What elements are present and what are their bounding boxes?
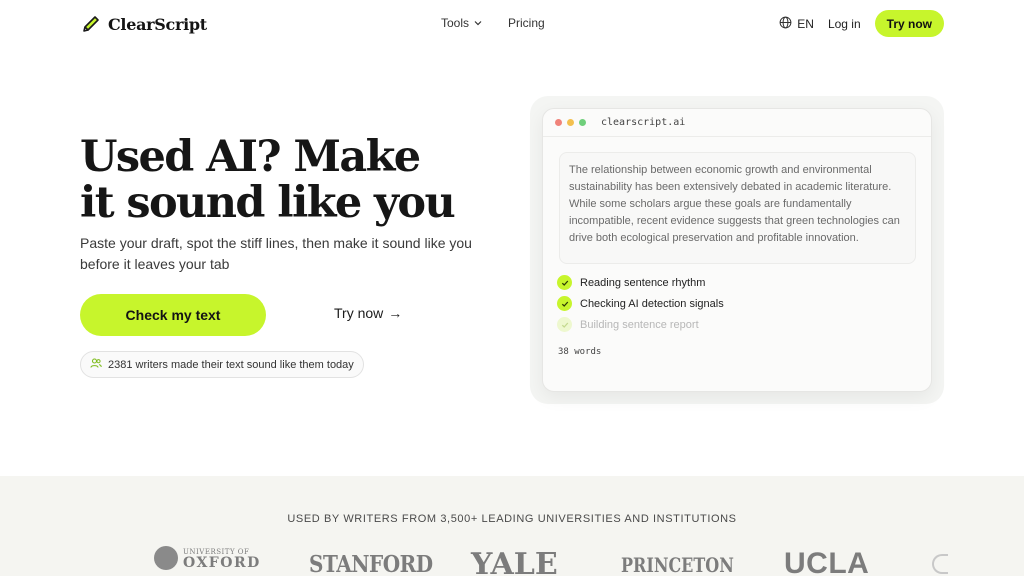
social-proof-badge: 2381 writers made their text sound like …	[80, 351, 364, 378]
window-url: clearscript.ai	[601, 117, 686, 128]
step-item: Reading sentence rhythm	[557, 272, 724, 293]
sample-text-box: The relationship between economic growth…	[559, 152, 916, 264]
minimize-dot	[567, 119, 574, 126]
pencil-icon	[82, 12, 102, 37]
hero-title-line-1: Used AI? Make	[80, 132, 421, 182]
demo-window: clearscript.ai The relationship between …	[542, 108, 932, 392]
oxford-logo: UNIVERSITY OF OXFORD	[154, 546, 261, 570]
trust-strip: USED BY WRITERS FROM 3,500+ LEADING UNIV…	[0, 476, 1024, 576]
nav-pricing-label: Pricing	[508, 16, 545, 30]
language-code: EN	[797, 16, 814, 31]
check-icon	[557, 317, 572, 332]
check-icon	[557, 296, 572, 311]
step-label: Checking AI detection signals	[580, 297, 724, 310]
hero-title-line-2: it sound like you	[80, 178, 456, 228]
nav-tools[interactable]: Tools	[441, 16, 482, 30]
nav-actions: EN Log in Try now	[779, 10, 944, 37]
try-now-button[interactable]: Try now	[874, 10, 944, 37]
step-item: Checking AI detection signals	[557, 293, 724, 314]
partial-logo	[932, 554, 948, 574]
chevron-down-icon	[474, 16, 482, 30]
nav-links: Tools Pricing	[441, 16, 545, 30]
trust-heading: USED BY WRITERS FROM 3,500+ LEADING UNIV…	[287, 513, 737, 525]
social-proof-text: 2381 writers made their text sound like …	[108, 358, 354, 371]
yale-logo: YALE	[471, 547, 558, 576]
top-navigation: ClearScript Tools Pricing EN Log in Try …	[0, 0, 1024, 46]
try-now-link-label: Try now	[334, 305, 384, 321]
check-icon	[557, 275, 572, 290]
globe-icon	[779, 16, 792, 32]
language-selector[interactable]: EN	[779, 16, 814, 32]
stanford-logo: STANFORD	[309, 550, 433, 576]
close-dot	[555, 119, 562, 126]
window-titlebar: clearscript.ai	[543, 109, 931, 137]
oxford-logo-big: OXFORD	[183, 555, 261, 571]
login-link[interactable]: Log in	[828, 17, 861, 31]
step-label: Building sentence report	[580, 318, 699, 331]
brand-name: ClearScript	[108, 15, 207, 34]
try-now-link[interactable]: Try now →	[334, 305, 402, 321]
step-label: Reading sentence rhythm	[580, 276, 706, 289]
brand-logo[interactable]: ClearScript	[82, 12, 207, 37]
word-count: 38 words	[558, 347, 602, 357]
arrow-right-icon: →	[388, 305, 403, 321]
princeton-logo: PRINCETON	[621, 554, 734, 576]
step-item: Building sentence report	[557, 314, 724, 335]
maximize-dot	[579, 119, 586, 126]
oxford-seal-icon	[154, 546, 178, 570]
check-my-text-button[interactable]: Check my text	[80, 294, 266, 336]
ucla-logo: UCLA	[784, 547, 870, 576]
nav-pricing[interactable]: Pricing	[508, 16, 545, 30]
nav-tools-label: Tools	[441, 16, 470, 30]
users-icon	[90, 357, 102, 372]
hero-subtitle: Paste your draft, spot the stiff lines, …	[80, 235, 472, 272]
hero-title: Used AI? Make it sound like you	[80, 134, 500, 226]
analysis-steps: Reading sentence rhythm Checking AI dete…	[557, 272, 724, 335]
